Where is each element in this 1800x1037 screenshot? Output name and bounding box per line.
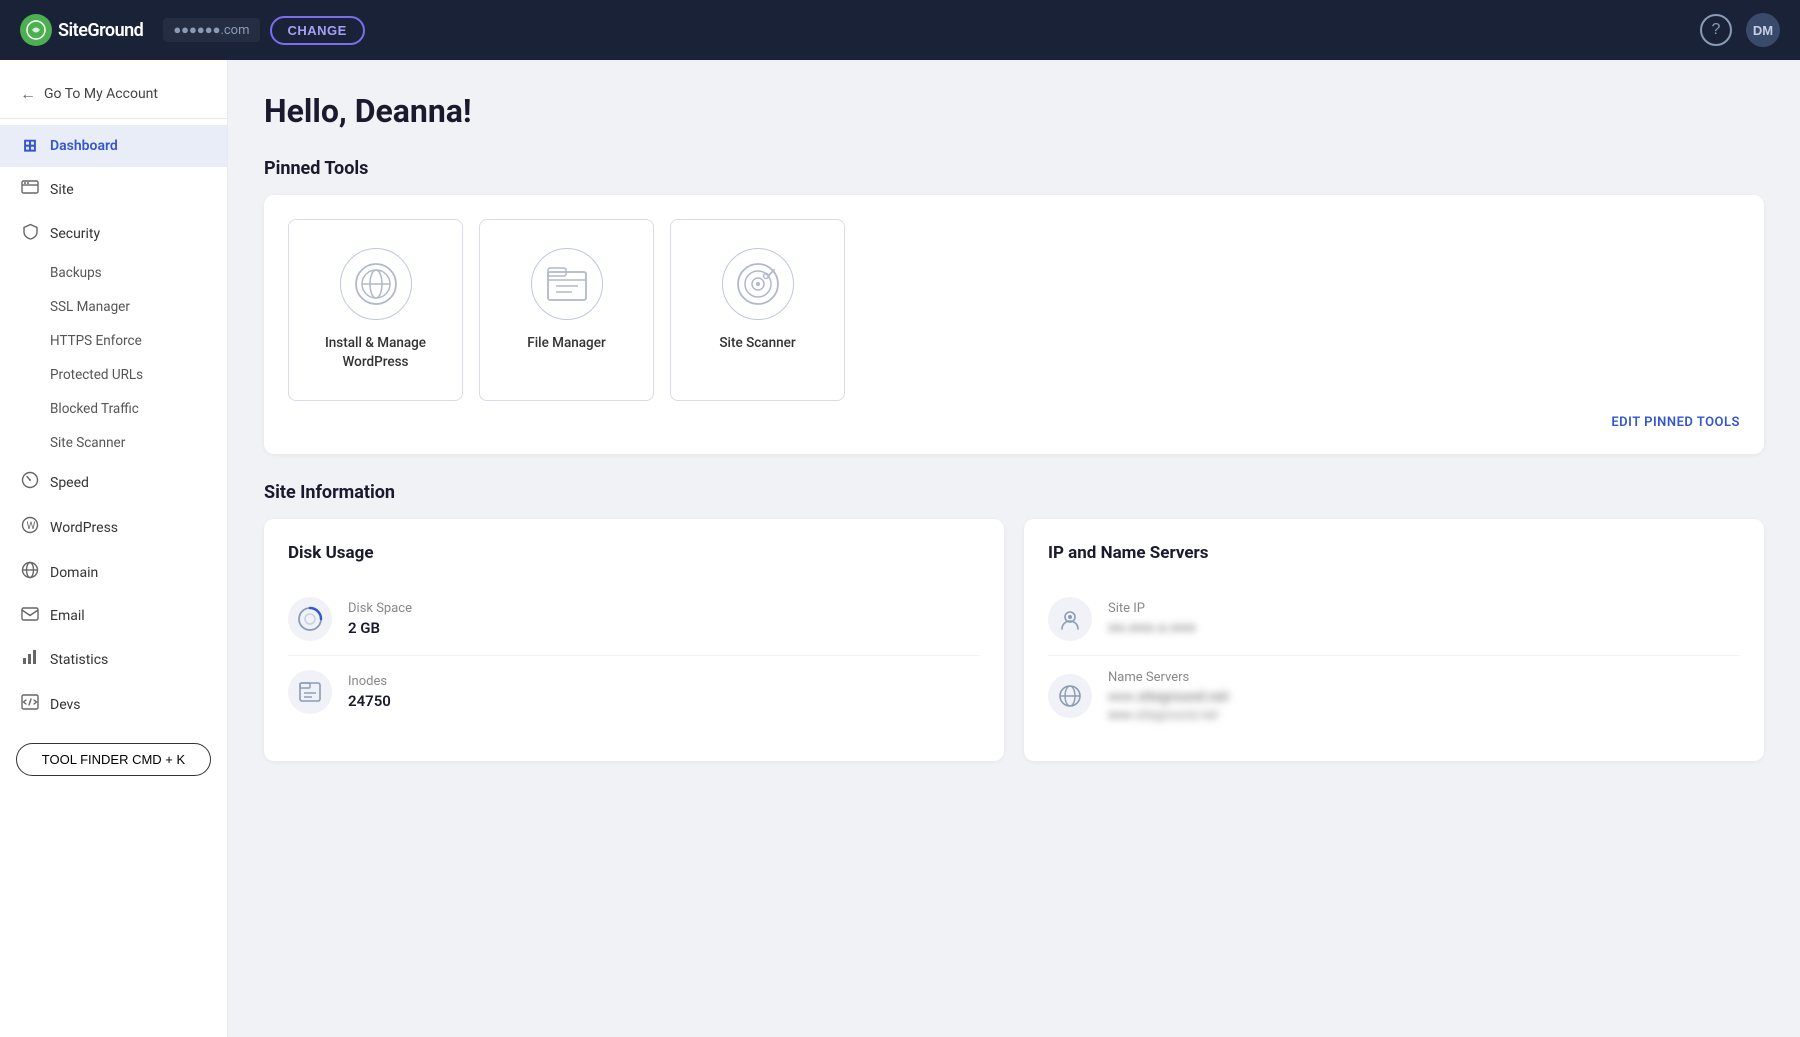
sidebar-item-wordpress[interactable]: W WordPress [0, 505, 227, 550]
back-label: Go To My Account [44, 86, 158, 102]
site-ip-label: Site IP [1108, 601, 1196, 616]
backups-label: Backups [50, 265, 102, 281]
sidebar-item-protected-urls[interactable]: Protected URLs [0, 358, 227, 392]
ssl-label: SSL Manager [50, 299, 130, 315]
site-icon [20, 178, 40, 201]
sidebar-label-security: Security [50, 226, 100, 242]
sidebar-label-devs: Devs [50, 697, 81, 713]
sidebar-item-dashboard[interactable]: ⊞ Dashboard [0, 125, 227, 167]
devs-icon [20, 693, 40, 716]
page-layout: ← Go To My Account ⊞ Dashboard Site [0, 0, 1800, 1037]
tool-card-site-scanner[interactable]: Site Scanner [670, 219, 845, 401]
change-site-button[interactable]: CHANGE [270, 16, 365, 45]
logo-text: SiteGround [58, 20, 143, 41]
top-navigation: SiteGround ●●●●●●.com CHANGE ? DM [0, 0, 1800, 60]
site-ip-info: Site IP ●●.●●●.●.●●● [1108, 601, 1196, 636]
site-domain: ●●●●●●.com [163, 18, 259, 42]
help-button[interactable]: ? [1700, 14, 1732, 46]
name-servers-icon [1048, 674, 1092, 718]
site-scanner-icon [722, 248, 794, 320]
disk-space-row: Disk Space 2 GB [288, 583, 980, 656]
back-arrow-icon: ← [20, 84, 36, 104]
user-avatar-button[interactable]: DM [1746, 13, 1780, 47]
sidebar-item-statistics[interactable]: Statistics [0, 637, 227, 682]
ip-servers-card: IP and Name Servers Site IP ●●.●●●.●.●●● [1024, 519, 1764, 761]
sidebar-item-https-enforce[interactable]: HTTPS Enforce [0, 324, 227, 358]
sidebar-item-email[interactable]: Email [0, 595, 227, 637]
sidebar-item-devs[interactable]: Devs [0, 682, 227, 727]
https-label: HTTPS Enforce [50, 333, 142, 349]
sidebar-label-domain: Domain [50, 565, 98, 581]
sidebar-label-dashboard: Dashboard [50, 138, 118, 154]
sidebar-label-site: Site [50, 182, 74, 198]
domain-icon [20, 561, 40, 584]
disk-usage-title: Disk Usage [288, 543, 980, 563]
sidebar-item-ssl-manager[interactable]: SSL Manager [0, 290, 227, 324]
disk-space-info: Disk Space 2 GB [348, 601, 412, 637]
sidebar-label-statistics: Statistics [50, 652, 108, 668]
site-info-grid: Disk Usage Disk Space 2 GB [264, 519, 1764, 761]
statistics-icon [20, 648, 40, 671]
tool-card-install-wp[interactable]: Install & Manage WordPress [288, 219, 463, 401]
pinned-tools-card: Install & Manage WordPress File Manager [264, 195, 1764, 454]
email-icon [20, 606, 40, 626]
disk-usage-card: Disk Usage Disk Space 2 GB [264, 519, 1004, 761]
sidebar-label-email: Email [50, 608, 85, 624]
site-scanner-label: Site Scanner [719, 334, 795, 353]
sidebar-item-domain[interactable]: Domain [0, 550, 227, 595]
speed-icon [20, 471, 40, 494]
name-servers-info: Name Servers ●●●.siteground.net ●●●.site… [1108, 670, 1229, 723]
ns2-value: ●●●.siteground.net [1108, 707, 1229, 723]
site-ip-value: ●●.●●●.●.●●● [1108, 619, 1196, 636]
sidebar-label-speed: Speed [50, 475, 89, 491]
sidebar-item-site-scanner[interactable]: Site Scanner [0, 426, 227, 460]
inodes-label: Inodes [348, 674, 391, 689]
site-ip-icon [1048, 597, 1092, 641]
blocked-traffic-label: Blocked Traffic [50, 401, 139, 417]
tool-finder-button[interactable]: TOOL FINDER CMD + K [16, 743, 211, 776]
sidebar-item-security[interactable]: Security [0, 212, 227, 256]
pinned-tools-title: Pinned Tools [264, 158, 1764, 179]
ns1-value: ●●●.siteground.net [1108, 688, 1229, 705]
inodes-value: 24750 [348, 692, 391, 710]
site-scanner-sub-label: Site Scanner [50, 435, 125, 451]
disk-space-value: 2 GB [348, 619, 412, 637]
install-wp-icon [340, 248, 412, 320]
disk-space-icon [288, 597, 332, 641]
inodes-icon [288, 670, 332, 714]
logo: SiteGround [20, 14, 143, 46]
site-info-title: Site Information [264, 482, 1764, 503]
sidebar-item-backups[interactable]: Backups [0, 256, 227, 290]
site-ip-row: Site IP ●●.●●●.●.●●● [1048, 583, 1740, 656]
sidebar-item-speed[interactable]: Speed [0, 460, 227, 505]
main-content: Hello, Deanna! Pinned Tools Install & Ma… [228, 60, 1800, 1037]
wordpress-icon: W [20, 516, 40, 539]
install-wp-label: Install & Manage WordPress [305, 334, 446, 372]
sidebar-item-site[interactable]: Site [0, 167, 227, 212]
edit-pinned-tools: EDIT PINNED TOOLS [288, 411, 1740, 430]
logo-icon [20, 14, 52, 46]
sidebar: ← Go To My Account ⊞ Dashboard Site [0, 60, 228, 1037]
inodes-row: Inodes 24750 [288, 656, 980, 728]
name-servers-row: Name Servers ●●●.siteground.net ●●●.site… [1048, 656, 1740, 737]
dashboard-icon: ⊞ [20, 136, 40, 156]
disk-space-label: Disk Space [348, 601, 412, 616]
file-manager-label: File Manager [527, 334, 605, 353]
tool-card-file-manager[interactable]: File Manager [479, 219, 654, 401]
ip-servers-title: IP and Name Servers [1048, 543, 1740, 563]
sidebar-item-blocked-traffic[interactable]: Blocked Traffic [0, 392, 227, 426]
go-to-account-link[interactable]: ← Go To My Account [0, 70, 227, 119]
name-servers-label: Name Servers [1108, 670, 1229, 685]
svg-text:W: W [27, 521, 36, 532]
help-icon: ? [1712, 21, 1721, 39]
protected-urls-label: Protected URLs [50, 367, 143, 383]
page-title: Hello, Deanna! [264, 92, 1764, 130]
inodes-info: Inodes 24750 [348, 674, 391, 710]
topnav-right: ? DM [1700, 13, 1780, 47]
security-icon [20, 223, 40, 245]
edit-pinned-tools-link[interactable]: EDIT PINNED TOOLS [1611, 415, 1740, 430]
file-manager-icon [531, 248, 603, 320]
sidebar-label-wordpress: WordPress [50, 520, 118, 536]
pinned-tools-grid: Install & Manage WordPress File Manager [288, 219, 1740, 401]
